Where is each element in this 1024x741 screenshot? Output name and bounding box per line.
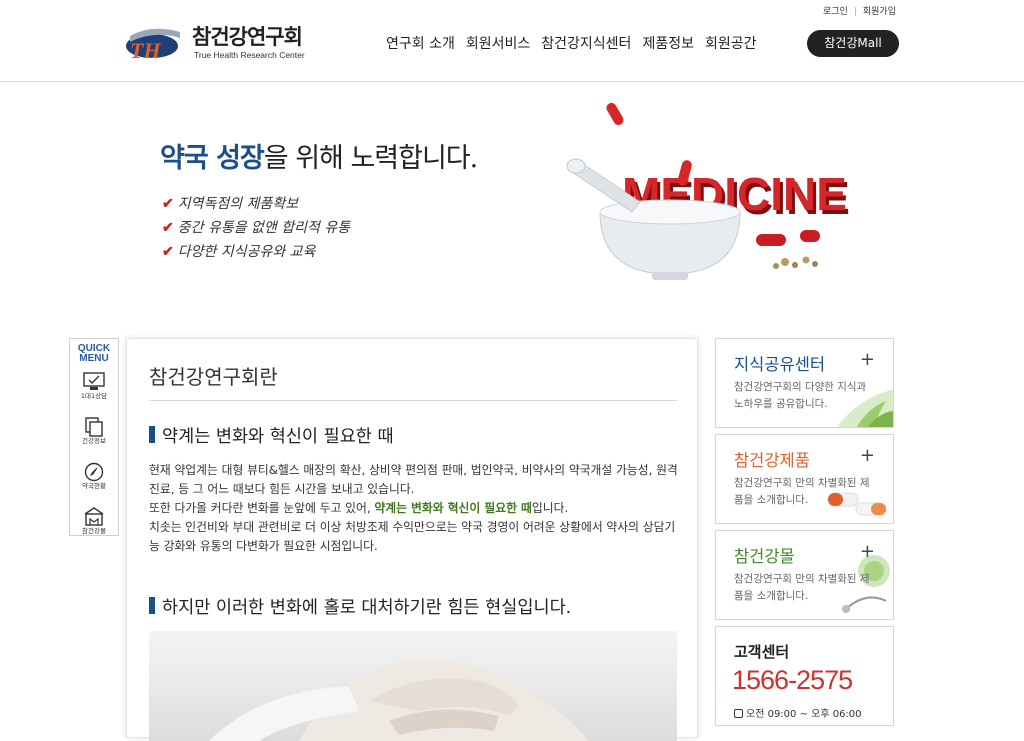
logo-mark-icon: TH: [126, 28, 180, 62]
knowledge-center-box[interactable]: 지식공유센터 + 참건강연구회의 다양한 지식과 노하우를 공유합니다.: [715, 338, 894, 428]
main-navigation: 연구회 소개 회원서비스 참건강지식센터 제품정보 회원공간: [386, 33, 768, 53]
paragraph: 치솟는 인건비와 부대 관련비로 더 이상 처방조제 수익만으로는 약국 경영이…: [149, 520, 676, 553]
quick-menu-item-health-info[interactable]: 건강정보: [70, 417, 118, 458]
quick-menu-title: QUICK MENU: [77, 343, 111, 364]
plus-icon: +: [859, 445, 875, 466]
nav-item-knowledge-center[interactable]: 참건강지식센터: [541, 33, 631, 53]
shop-icon: [84, 507, 104, 526]
hero-banner: 약국 성장을 위해 노력합니다. ✔ 지역독점의 제품확보 ✔ 중간 유통을 없앤 …: [0, 82, 1024, 320]
banner-bullet: ✔ 다양한 지식공유와 교육: [162, 244, 316, 260]
site-logo[interactable]: TH 참건강연구회 True Health Research Center: [124, 20, 324, 64]
page-title: 참건강연구회란: [149, 365, 278, 389]
products-box[interactable]: 참건강제품 + 참건강연구회 만의 차별화된 제품을 소개합니다.: [715, 434, 894, 524]
intro-paragraphs: 현재 약업계는 대형 뷰티&헬스 매장의 확산, 상비약 편의점 판매, 법인약…: [149, 461, 681, 556]
customer-center-hours: 오전 09:00 ~ 오후 06:00: [734, 705, 862, 720]
products-title: 참건강제품: [734, 451, 810, 470]
customer-center-phone[interactable]: 1566-2575: [732, 665, 853, 696]
quick-menu-label: 1대1상담: [80, 392, 108, 400]
quick-menu-item-pharmacy-status[interactable]: 약국현황: [70, 462, 118, 503]
banner-bullet: ✔ 지역독점의 제품확보: [162, 196, 299, 212]
check-icon: ✔: [162, 220, 174, 236]
banner-headline-highlight: 약국 성장: [160, 143, 265, 174]
signup-link[interactable]: 회원가입: [863, 7, 896, 17]
plus-icon: +: [859, 349, 875, 370]
handshake-photo: [149, 631, 677, 741]
documents-icon: [85, 417, 103, 437]
logo-title: 참건강연구회: [192, 25, 303, 49]
nav-item-products[interactable]: 제품정보: [642, 33, 694, 53]
monitor-icon: [83, 372, 105, 390]
banner-headline: 약국 성장을 위해 노력합니다.: [160, 136, 478, 175]
check-icon: ✔: [162, 244, 174, 260]
divider: |: [853, 7, 857, 17]
banner-bullet-list: ✔ 지역독점의 제품확보 ✔ 중간 유통을 없앤 합리적 유통 ✔ 다양한 지식공유와…: [162, 192, 350, 264]
products-description: 참건강연구회 만의 차별화된 제품을 소개합니다.: [734, 477, 870, 506]
plus-icon: +: [859, 541, 875, 562]
nav-item-member-service[interactable]: 회원서비스: [466, 33, 530, 53]
compass-icon: [84, 462, 104, 482]
quick-menu-item-consult[interactable]: 1대1상담: [70, 372, 118, 413]
highlight-text: 약계는 변화와 혁신이 필요한 때: [374, 501, 532, 515]
mall-button[interactable]: 참건강Mall: [807, 30, 899, 57]
login-link[interactable]: 로그인: [823, 7, 848, 17]
site-header: 로그인 | 회원가입 TH 참건강연구회 True Health Research …: [0, 0, 1024, 82]
quick-menu-label: 참건강몰: [82, 527, 106, 535]
divider: [149, 400, 677, 401]
customer-center-title: 고객센터: [734, 643, 790, 661]
section-heading: 약계는 변화와 혁신이 필요한 때: [149, 423, 394, 448]
quick-menu-item-mall[interactable]: 참건강몰: [70, 507, 118, 548]
paragraph: 현재 약업계는 대형 뷰티&헬스 매장의 확산, 상비약 편의점 판매, 법인약…: [149, 463, 678, 496]
mall-description: 참건강연구회 만의 차별화된 제품을 소개합니다.: [734, 573, 870, 602]
banner-headline-rest: 을 위해 노력합니다.: [263, 143, 478, 174]
quick-menu-label: 건강정보: [82, 437, 106, 445]
nav-item-member-space[interactable]: 회원공간: [705, 33, 757, 53]
banner-bullet: ✔ 중간 유통을 없앤 합리적 유통: [162, 220, 351, 236]
utility-links: 로그인 | 회원가입: [823, 4, 896, 17]
main-content: 참건강연구회란 약계는 변화와 혁신이 필요한 때 현재 약업계는 대형 뷰티&…: [126, 338, 698, 741]
knowledge-center-description: 참건강연구회의 다양한 지식과 노하우를 공유합니다.: [734, 381, 867, 410]
medicine-mortar-illustration: MEDICINE MEDICINE: [566, 102, 850, 280]
paragraph: 또한 다가올 커다란 변화를 눈앞에 두고 있어, 약계는 변화와 혁신이 필요…: [149, 501, 569, 515]
customer-center-box: 고객센터 1566-2575 오전 09:00 ~ 오후 06:00: [715, 626, 894, 726]
logo-subtitle: True Health Research Center: [194, 50, 305, 60]
quick-menu: QUICK MENU 1대1상담 건강정보 약국현황 참건강몰: [69, 338, 119, 536]
check-icon: ✔: [162, 196, 174, 212]
quick-menu-label: 약국현황: [82, 482, 106, 490]
knowledge-center-title: 지식공유센터: [734, 355, 826, 374]
nav-item-about[interactable]: 연구회 소개: [386, 33, 455, 53]
clock-icon: [734, 709, 743, 718]
mall-box[interactable]: 참건강몰 + 참건강연구회 만의 차별화된 제품을 소개합니다.: [715, 530, 894, 620]
mall-title: 참건강몰: [734, 547, 795, 566]
hands-illustration: [209, 660, 589, 741]
logo-letters: TH: [130, 38, 161, 62]
section-heading: 하지만 이러한 변화에 홀로 대처하기란 힘든 현실입니다.: [149, 594, 571, 619]
